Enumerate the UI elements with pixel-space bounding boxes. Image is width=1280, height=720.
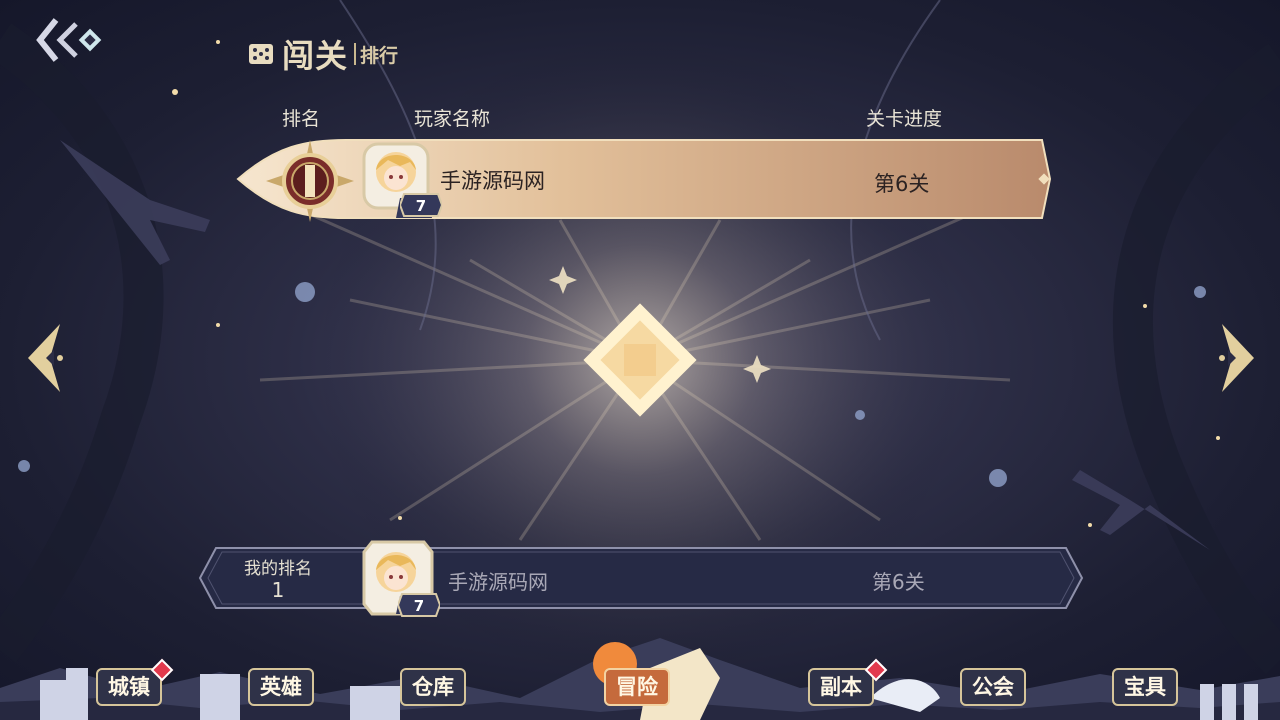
center-star-decoration [583,303,697,417]
player-level-badge: 7 [400,193,442,217]
my-level: 7 [414,597,424,615]
column-header-progress: 关卡进度 [866,108,943,130]
player-level: 7 [416,197,426,215]
column-header-player: 玩家名称 [414,108,491,130]
arrow-left-icon[interactable] [20,320,72,396]
dice-icon [249,44,273,64]
my-level-badge: 7 [398,593,440,617]
player-name: 手游源码网 [440,169,545,193]
player-progress: 第6关 [874,172,930,196]
page-title: 闯关 排行 [248,34,399,75]
nav-dungeon-label: 副本 [808,668,874,706]
nav-adventure-label: 冒险 [604,668,670,706]
nav-town-label: 城镇 [96,668,162,706]
nav-warehouse-label: 仓库 [400,668,466,706]
leaderboard-row-first[interactable] [236,136,1052,222]
my-player-name: 手游源码网 [448,570,548,594]
title-main: 闯关 [282,37,349,75]
nav-heroes-label: 英雄 [248,668,314,706]
player-avatar[interactable]: 7 [360,140,442,218]
nav-guild-label: 公会 [960,668,1026,706]
back-button[interactable] [36,14,108,66]
my-rank-value: 1 [271,578,285,602]
rank-first-emblem-icon [266,140,354,222]
column-header-rank: 排名 [282,108,321,130]
my-rank-label: 我的排名 [244,559,312,579]
title-divider [354,43,357,65]
title-sub: 排行 [360,44,399,67]
arrow-right-icon[interactable] [1210,320,1262,396]
my-player-progress: 第6关 [872,570,925,594]
my-avatar[interactable]: 7 [358,538,440,618]
my-rank-bar [198,547,1084,609]
nav-treasure-label: 宝具 [1112,668,1178,706]
